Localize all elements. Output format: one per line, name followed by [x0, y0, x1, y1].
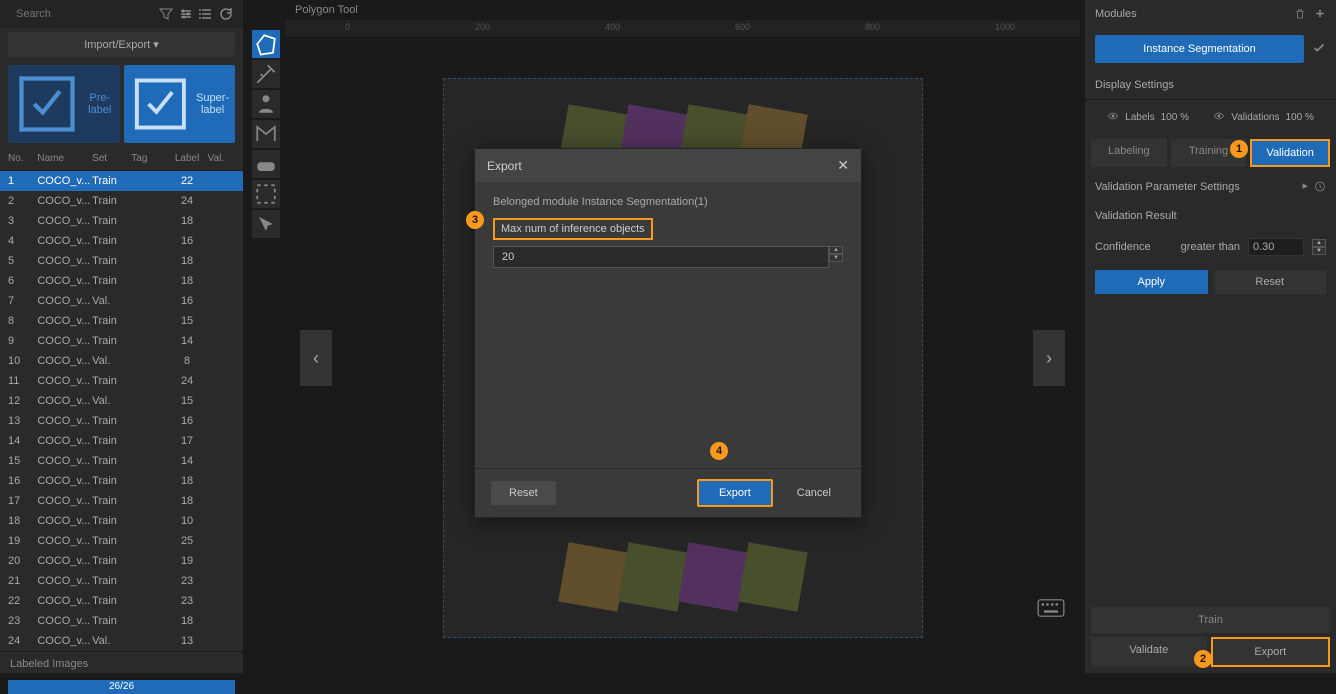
validation-result-label: Validation Result	[1095, 210, 1177, 222]
adjust-icon[interactable]	[178, 6, 194, 22]
history-icon[interactable]	[1314, 179, 1326, 194]
table-row[interactable]: 3COCO_v...Train18	[0, 211, 243, 231]
tool-strip	[252, 30, 282, 238]
modal-reset-button[interactable]: Reset	[491, 481, 556, 505]
callout-4: 4	[710, 442, 728, 460]
table-row[interactable]: 1COCO_v...Train22	[0, 171, 243, 191]
erase-tool-icon[interactable]	[252, 150, 280, 178]
table-row[interactable]: 2COCO_v...Train24	[0, 191, 243, 211]
confidence-spinner[interactable]: ▲▼	[1312, 239, 1326, 255]
instance-seg-button[interactable]: Instance Segmentation	[1095, 35, 1304, 63]
greater-than-label: greater than	[1181, 241, 1240, 253]
table-row[interactable]: 6COCO_v...Train18	[0, 271, 243, 291]
list-icon[interactable]	[198, 6, 214, 22]
confidence-input[interactable]	[1248, 238, 1304, 256]
col-no[interactable]: No.	[8, 153, 37, 164]
table-row[interactable]: 10COCO_v...Val.8	[0, 351, 243, 371]
train-button: Train	[1091, 607, 1330, 633]
validations-label: Validations	[1231, 112, 1279, 123]
tab-validation[interactable]: Validation	[1250, 139, 1330, 167]
max-inference-label: Max num of inference objects	[493, 218, 653, 240]
labels-label: Labels	[1125, 112, 1154, 123]
search-input[interactable]	[16, 8, 158, 20]
import-export-dropdown[interactable]: Import/Export ▾	[8, 32, 235, 57]
next-image-button[interactable]: ›	[1033, 330, 1065, 386]
delete-icon[interactable]	[1294, 6, 1306, 21]
modules-title: Modules	[1095, 8, 1137, 20]
close-icon[interactable]: ✕	[837, 157, 849, 174]
table-row[interactable]: 12COCO_v...Val.15	[0, 391, 243, 411]
profile-tool-icon[interactable]	[252, 90, 280, 118]
table-row[interactable]: 15COCO_v...Train14	[0, 451, 243, 471]
canvas-ruler: 02004006008001000	[285, 20, 1080, 38]
display-settings-title: Display Settings	[1085, 71, 1336, 100]
table-row[interactable]: 4COCO_v...Train16	[0, 231, 243, 251]
table-row[interactable]: 16COCO_v...Train18	[0, 471, 243, 491]
modal-export-button[interactable]: Export	[697, 479, 773, 507]
canvas-title: Polygon Tool	[285, 0, 1080, 20]
callout-3: 3	[466, 211, 484, 229]
col-name[interactable]: Name	[37, 153, 92, 164]
table-row[interactable]: 7COCO_v...Val.16	[0, 291, 243, 311]
eye-icon[interactable]	[1107, 110, 1119, 125]
modal-cancel-button[interactable]: Cancel	[783, 481, 845, 505]
export-button[interactable]: Export	[1211, 637, 1331, 667]
table-row[interactable]: 5COCO_v...Train18	[0, 251, 243, 271]
reset-button[interactable]: Reset	[1214, 270, 1327, 294]
modal-title: Export	[487, 159, 522, 173]
table-row[interactable]: 11COCO_v...Train24	[0, 371, 243, 391]
refresh-icon[interactable]	[218, 6, 234, 22]
belonged-module-label: Belonged module Instance Segmentation(1)	[493, 196, 843, 208]
table-row[interactable]: 23COCO_v...Train18	[0, 611, 243, 631]
confidence-label: Confidence	[1095, 241, 1151, 253]
validate-button[interactable]: Validate	[1091, 637, 1207, 667]
table-row[interactable]: 22COCO_v...Train23	[0, 591, 243, 611]
labeled-images-label: Labeled Images	[0, 651, 243, 676]
prev-image-button[interactable]: ‹	[300, 330, 332, 386]
table-row[interactable]: 13COCO_v...Train16	[0, 411, 243, 431]
table-row[interactable]: 17COCO_v...Train18	[0, 491, 243, 511]
progress-bar: 26/26	[8, 680, 235, 694]
filter-icon[interactable]	[158, 6, 174, 22]
table-body: 1COCO_v...Train222COCO_v...Train243COCO_…	[0, 171, 243, 651]
shape-tool-icon[interactable]	[252, 120, 280, 148]
apply-button[interactable]: Apply	[1095, 270, 1208, 294]
expand-icon[interactable]: ▸	[1302, 179, 1308, 194]
labels-pct: 100 %	[1161, 112, 1189, 123]
search-bar	[0, 0, 243, 28]
table-row[interactable]: 20COCO_v...Train19	[0, 551, 243, 571]
super-label-button[interactable]: Super-label	[124, 65, 236, 143]
eye-icon[interactable]	[1213, 110, 1225, 125]
keyboard-icon[interactable]	[1037, 598, 1065, 618]
table-row[interactable]: 19COCO_v...Train25	[0, 531, 243, 551]
select-tool-icon[interactable]	[252, 180, 280, 208]
col-val[interactable]: Val.	[208, 153, 235, 164]
left-panel: Import/Export ▾ Pre-label Super-label No…	[0, 0, 244, 673]
max-inference-spinner[interactable]: ▲▼	[829, 246, 843, 268]
validations-pct: 100 %	[1285, 112, 1313, 123]
arrow-tool-icon[interactable]	[252, 210, 280, 238]
table-header: No. Name Set Tag Label Val.	[0, 147, 243, 171]
col-tag[interactable]: Tag	[131, 153, 166, 164]
table-row[interactable]: 21COCO_v...Train23	[0, 571, 243, 591]
callout-2: 2	[1194, 650, 1212, 668]
tab-labeling[interactable]: Labeling	[1091, 139, 1167, 167]
export-modal: Export ✕ Belonged module Instance Segmen…	[474, 148, 862, 518]
param-settings-label: Validation Parameter Settings	[1095, 181, 1240, 193]
check-icon	[1312, 41, 1326, 58]
table-row[interactable]: 9COCO_v...Train14	[0, 331, 243, 351]
max-inference-input[interactable]	[493, 246, 829, 268]
polygon-tool-icon[interactable]	[252, 30, 280, 58]
pre-label-button[interactable]: Pre-label	[8, 65, 120, 143]
right-panel: Modules Instance Segmentation Display Se…	[1084, 0, 1336, 673]
table-row[interactable]: 24COCO_v...Val.13	[0, 631, 243, 651]
table-row[interactable]: 18COCO_v...Train10	[0, 511, 243, 531]
col-set[interactable]: Set	[92, 153, 131, 164]
table-row[interactable]: 14COCO_v...Train17	[0, 431, 243, 451]
add-icon[interactable]	[1314, 6, 1326, 21]
callout-1: 1	[1230, 140, 1248, 158]
wand-tool-icon[interactable]	[252, 60, 280, 88]
table-row[interactable]: 8COCO_v...Train15	[0, 311, 243, 331]
col-label[interactable]: Label	[167, 153, 208, 164]
